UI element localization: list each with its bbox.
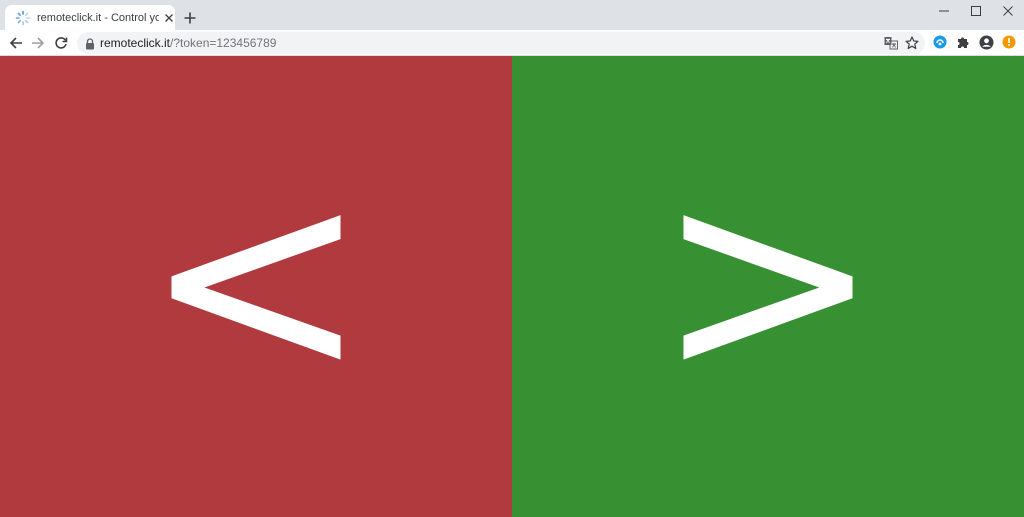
reload-icon[interactable]	[52, 34, 70, 52]
tab-close-icon[interactable]	[161, 10, 177, 26]
browser-tab[interactable]: remoteclick.it - Control your slide	[5, 5, 175, 30]
puzzle-icon[interactable]	[955, 34, 971, 50]
next-slide-label: >	[654, 120, 882, 436]
arrow-right-icon[interactable]	[29, 34, 47, 52]
profile-icon[interactable]	[978, 34, 994, 50]
previous-slide-button[interactable]: <	[0, 56, 512, 517]
previous-slide-label: <	[142, 120, 370, 436]
minimize-icon[interactable]	[928, 0, 960, 22]
arrow-left-icon[interactable]	[7, 34, 25, 52]
browser-toolbar: remoteclick.it/?token=123456789	[0, 30, 1024, 56]
update-alert-icon[interactable]	[1001, 34, 1017, 50]
url-host: remoteclick.it	[100, 36, 171, 50]
translate-icon[interactable]	[883, 35, 899, 51]
address-bar[interactable]: remoteclick.it/?token=123456789	[77, 32, 925, 54]
extension-icon[interactable]	[932, 34, 948, 50]
url-text: remoteclick.it/?token=123456789	[100, 36, 276, 50]
lock-icon[interactable]	[85, 37, 95, 50]
close-window-icon[interactable]	[992, 0, 1024, 22]
new-tab-icon[interactable]	[181, 9, 199, 27]
tab-strip: remoteclick.it - Control your slide	[0, 0, 1024, 30]
tab-title: remoteclick.it - Control your slide	[37, 11, 159, 24]
maximize-icon[interactable]	[960, 0, 992, 22]
next-slide-button[interactable]: >	[512, 56, 1024, 517]
star-icon[interactable]	[904, 35, 920, 51]
loading-spinner-icon	[15, 10, 31, 26]
url-path: /?token=123456789	[170, 36, 277, 50]
page-content: < >	[0, 56, 1024, 517]
